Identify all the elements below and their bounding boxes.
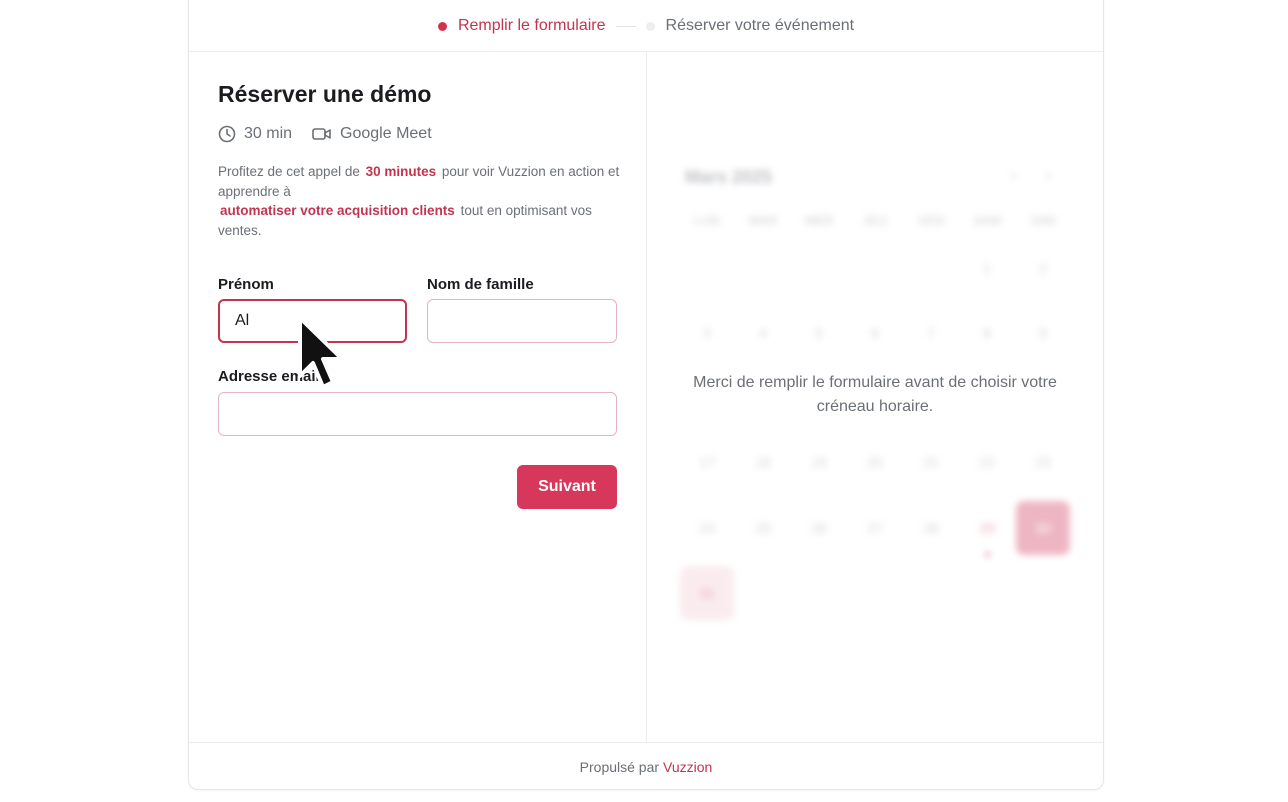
calendar-day: 2 — [1039, 260, 1047, 276]
video-camera-icon — [312, 128, 331, 140]
chevron-right-icon[interactable]: › — [1045, 165, 1051, 186]
email-input[interactable] — [218, 392, 617, 436]
page-title: Réserver une démo — [218, 81, 432, 107]
powered-by-text: Propulsé par — [579, 759, 660, 775]
calendar-day: 9 — [1039, 325, 1047, 341]
next-button[interactable]: Suivant — [517, 465, 617, 509]
chevron-left-icon[interactable]: ‹ — [1011, 165, 1017, 186]
first-name-label: Prénom — [218, 276, 274, 293]
calendar-day-today: 29 — [979, 520, 995, 536]
calendar-day: 24 — [699, 520, 715, 536]
calendar-day: 19 — [811, 454, 827, 470]
weekday-label: LUN — [693, 213, 720, 228]
calendar-day: 5 — [815, 325, 823, 341]
calendar-locked-message: Merci de remplir le formulaire avant de … — [693, 374, 1057, 415]
desc-highlight-duration: 30 minutes — [365, 164, 437, 179]
calendar-day: 18 — [755, 454, 771, 470]
step-separator — [615, 25, 636, 27]
platform-info: Google Meet — [312, 125, 432, 143]
event-meta: 30 min Google Meet — [218, 125, 452, 143]
calendar-day: 3 — [703, 325, 711, 341]
weekday-label: MER — [804, 213, 834, 228]
platform-text: Google Meet — [340, 125, 432, 142]
calendar-day: 26 — [811, 520, 827, 536]
step-indicator: Remplir le formulaire Réserver votre évé… — [189, 1, 1103, 52]
calendar-day: 23 — [1035, 454, 1051, 470]
desc-text: Profitez de cet appel de — [218, 164, 360, 179]
step-fill-form: Remplir le formulaire — [437, 17, 606, 35]
calendar-day: 27 — [867, 520, 883, 536]
calendar-day: 28 — [923, 520, 939, 536]
step-inactive-dot — [645, 21, 655, 31]
event-description: Profitez de cet appel de 30 minutes pour… — [218, 162, 628, 240]
clock-icon — [218, 125, 236, 143]
calendar-day: 20 — [867, 454, 883, 470]
calendar-day: 6 — [871, 325, 879, 341]
last-name-input[interactable] — [427, 299, 617, 343]
step-label: Réserver votre événement — [665, 17, 855, 34]
weekday-label: MAR — [748, 213, 778, 228]
duration-info: 30 min — [218, 125, 292, 143]
calendar-day-available[interactable]: 31 — [680, 566, 734, 620]
weekday-label: SAM — [972, 213, 1002, 228]
desc-highlight-acquisition: automatiser votre acquisition clients — [220, 203, 455, 218]
brand-link[interactable]: Vuzzion — [663, 759, 712, 775]
last-name-label: Nom de famille — [427, 276, 534, 293]
calendar-day: 22 — [979, 454, 995, 470]
step-book-event: Réserver votre événement — [645, 17, 855, 35]
today-indicator-dot — [985, 552, 990, 557]
calendar-day: 8 — [983, 325, 991, 341]
calendar-month: Mars 2025 — [685, 167, 773, 187]
duration-text: 30 min — [244, 125, 293, 142]
calendar-day: 25 — [755, 520, 771, 536]
step-active-dot — [437, 21, 447, 31]
form-panel: Réserver une démo 30 min Google Meet Pro… — [189, 51, 647, 742]
calendar-day: 4 — [759, 325, 767, 341]
calendar-day: 1 — [983, 260, 991, 276]
calendar-day-available[interactable]: 30 — [1016, 501, 1070, 555]
calendar-day: 21 — [923, 454, 939, 470]
step-label: Remplir le formulaire — [457, 17, 606, 34]
calendar-day: 17 — [699, 454, 715, 470]
weekday-label: VEN — [917, 213, 945, 228]
calendar-day: 7 — [927, 325, 935, 341]
mouse-pointer-icon — [298, 316, 344, 389]
footer: Propulsé par Vuzzion — [189, 742, 1103, 791]
calendar-panel: Mars 2025 ‹ › LUN MAR MER JEU VEN SAM DI… — [647, 51, 1103, 742]
weekday-label: DIM — [1031, 213, 1055, 228]
weekday-label: JEU — [862, 213, 888, 228]
